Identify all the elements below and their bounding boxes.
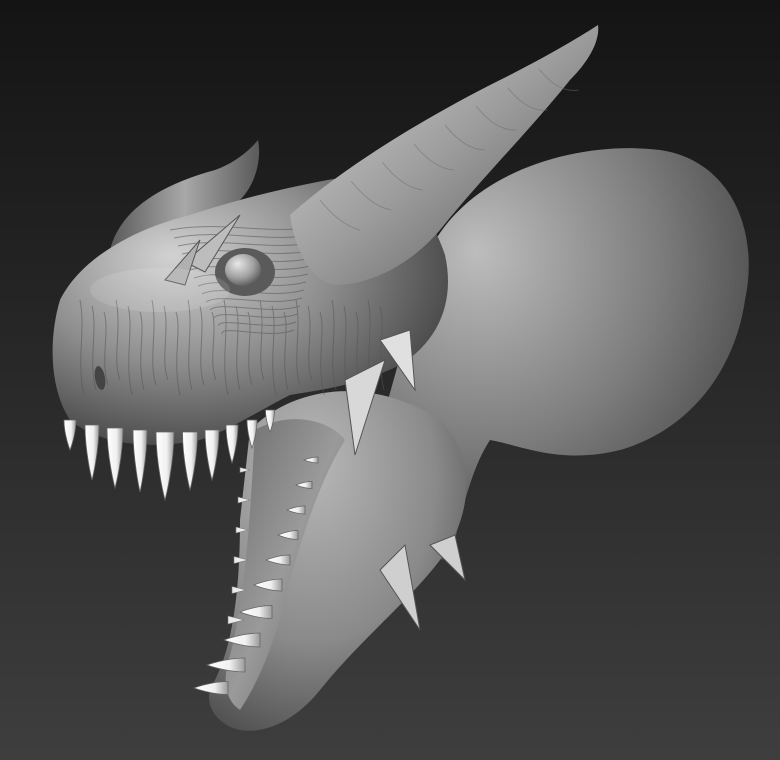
sculpt-viewport[interactable] bbox=[0, 0, 780, 760]
dragon-head-sculpt bbox=[0, 0, 780, 760]
snout-highlight bbox=[90, 268, 230, 312]
eye bbox=[225, 254, 261, 286]
